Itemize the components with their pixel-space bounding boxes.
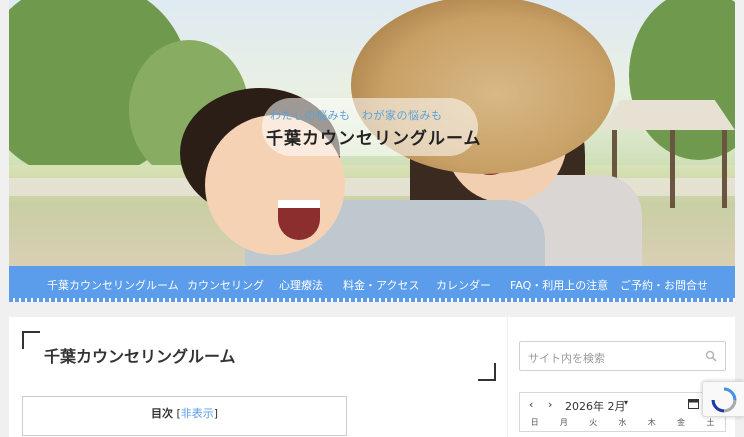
- search-input[interactable]: サイト内を検索: [528, 350, 605, 366]
- calendar-month-label[interactable]: 2026年 2月: [565, 398, 626, 414]
- nav-item-home[interactable]: 千葉カウンセリングルーム: [47, 277, 179, 293]
- weekday-label: 金: [677, 418, 686, 427]
- weekday-label: 木: [647, 418, 656, 427]
- nav-item-reservation[interactable]: ご予約・お問合せ: [620, 277, 708, 293]
- page-title: 千葉カウンセリングルーム: [44, 347, 236, 366]
- nav-item-fees-access[interactable]: 料金・アクセス: [343, 277, 419, 293]
- toc-bracket: ]: [213, 407, 219, 420]
- table-of-contents: 目次 [非表示]: [22, 396, 347, 436]
- nav-item-calendar[interactable]: カレンダー: [436, 277, 491, 293]
- page-title-box: 千葉カウンセリングルーム: [22, 331, 496, 381]
- search-box[interactable]: サイト内を検索: [519, 341, 726, 371]
- chevron-down-icon[interactable]: ▾: [624, 398, 628, 407]
- corner-decoration: [22, 331, 40, 349]
- weekday-label: 日: [530, 418, 539, 427]
- toc-title: 目次: [150, 407, 173, 420]
- site-title[interactable]: 千葉カウンセリングルーム: [266, 124, 482, 149]
- calendar-next-button[interactable]: ›: [548, 398, 552, 411]
- nav-item-psychotherapy[interactable]: 心理療法: [279, 277, 323, 293]
- weekday-label: 土: [706, 418, 715, 427]
- recaptcha-badge[interactable]: [702, 381, 744, 417]
- calendar-prev-button[interactable]: ‹: [529, 398, 533, 411]
- weekday-label: 火: [589, 418, 598, 427]
- calendar-header: ‹ › 2026年 2月 ▾: [520, 393, 725, 415]
- nav-item-faq[interactable]: FAQ・利用上の注意: [510, 277, 608, 293]
- calendar-icon[interactable]: [688, 398, 699, 409]
- search-icon[interactable]: [705, 350, 717, 362]
- boy-smile: [278, 200, 320, 240]
- nav-item-counseling[interactable]: カウンセリング: [187, 277, 264, 293]
- weekday-label: 月: [559, 418, 568, 427]
- nav-divider: [9, 298, 735, 302]
- site-tagline: わたしの悩みも わが家の悩みも: [270, 109, 443, 122]
- toc-header: 目次 [非表示]: [23, 405, 346, 421]
- weekday-label: 水: [618, 418, 627, 427]
- global-nav: 千葉カウンセリングルーム カウンセリング 心理療法 料金・アクセス カレンダー …: [9, 266, 735, 302]
- calendar-widget: ‹ › 2026年 2月 ▾ 日 月 火 水 木 金 土: [519, 392, 726, 432]
- recaptcha-icon: [711, 387, 737, 413]
- calendar-weekday-row: 日 月 火 水 木 金 土: [520, 417, 725, 428]
- corner-decoration: [478, 363, 496, 381]
- toc-toggle-link[interactable]: 非表示: [181, 407, 214, 420]
